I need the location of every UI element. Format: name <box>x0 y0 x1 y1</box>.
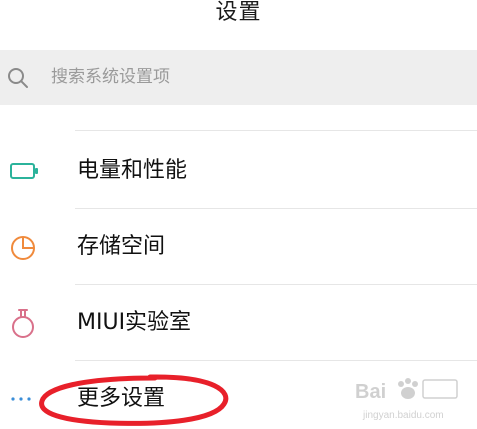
settings-screen: 设置 搜索系统设置项 电量和性能 存储空间 MIUI实验室 更多设置 Bai j… <box>0 0 477 429</box>
svg-text:Bai: Bai <box>355 381 386 403</box>
battery-icon <box>10 163 38 179</box>
svg-text:jingyan.baidu.com: jingyan.baidu.com <box>362 410 444 421</box>
divider <box>75 130 477 131</box>
menu-item-label: 存储空间 <box>77 234 166 259</box>
menu-item-label: 更多设置 <box>77 386 166 411</box>
search-input[interactable]: 搜索系统设置项 <box>51 66 170 88</box>
menu-item-battery[interactable]: 电量和性能 <box>0 133 477 209</box>
page-title: 设置 <box>215 0 262 25</box>
menu-item-label: 电量和性能 <box>77 158 188 183</box>
flask-icon <box>12 309 34 338</box>
pie-chart-icon <box>11 236 35 260</box>
search-bar[interactable]: 搜索系统设置项 <box>0 50 477 105</box>
more-dots-icon <box>11 397 31 401</box>
menu-item-miui-lab[interactable]: MIUI实验室 <box>0 285 477 361</box>
search-icon <box>8 68 28 88</box>
watermark-logo: Bai jingyan.baidu.com <box>355 378 458 421</box>
menu-item-storage[interactable]: 存储空间 <box>0 209 477 285</box>
menu-item-label: MIUI实验室 <box>77 310 192 335</box>
